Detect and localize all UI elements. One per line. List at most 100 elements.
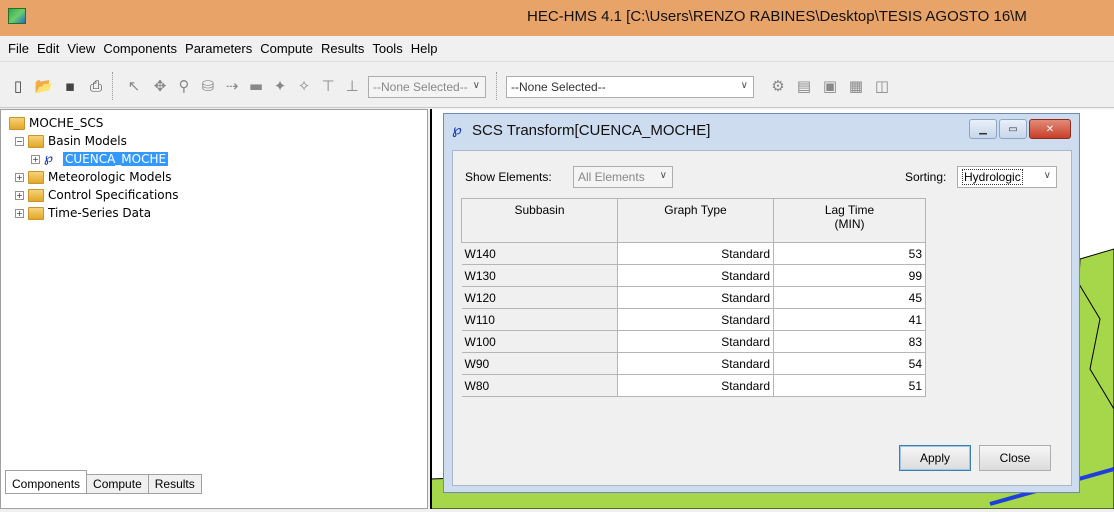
minimize-button[interactable]: ▁: [969, 119, 997, 139]
reach-tool-icon[interactable]: ⇢: [222, 76, 242, 96]
menu-components[interactable]: Components: [99, 41, 181, 56]
folder-icon: [9, 116, 25, 130]
transform-table: Subbasin Graph Type Lag Time (MIN) W140 …: [461, 198, 926, 397]
column-header-subbasin[interactable]: Subbasin: [461, 198, 618, 243]
graph-type-cell[interactable]: Standard: [617, 242, 774, 265]
lag-time-cell[interactable]: 53: [773, 242, 926, 265]
column-header-lag-time[interactable]: Lag Time (MIN): [773, 198, 926, 243]
lag-time-cell[interactable]: 99: [773, 264, 926, 287]
maximize-button[interactable]: ▭: [999, 119, 1027, 139]
graph-type-cell[interactable]: Standard: [617, 264, 774, 287]
tab-results[interactable]: Results: [147, 474, 202, 494]
expand-icon[interactable]: +: [31, 154, 40, 164]
table-row: W140 Standard 53: [461, 242, 926, 265]
summary-table-icon[interactable]: ▤: [794, 76, 814, 96]
basin-model-icon: ℘: [44, 151, 54, 166]
graph-icon[interactable]: ▣: [820, 76, 840, 96]
tree-control-specifications[interactable]: + Control Specifications: [15, 186, 179, 204]
graph-type-cell[interactable]: Standard: [617, 308, 774, 331]
subbasin-cell: W140: [461, 242, 618, 265]
lag-time-cell[interactable]: 51: [773, 374, 926, 397]
tree-basin-models[interactable]: − Basin Models: [15, 132, 127, 150]
lag-time-cell[interactable]: 54: [773, 352, 926, 375]
arrow-tool-icon[interactable]: ↖: [124, 76, 144, 96]
show-elements-label: Show Elements:: [465, 170, 552, 184]
tab-components[interactable]: Components: [5, 470, 88, 494]
graph-type-cell[interactable]: Standard: [617, 374, 774, 397]
expand-icon[interactable]: +: [15, 172, 24, 182]
table-row: W120 Standard 45: [461, 286, 926, 309]
lag-time-cell[interactable]: 83: [773, 330, 926, 353]
sorting-select[interactable]: Hydrologic ∨: [957, 166, 1057, 188]
scs-transform-dialog: ℘ SCS Transform[CUENCA_MOCHE] ▁ ▭ ✕ Show…: [443, 113, 1080, 493]
tree-basin-cuenca[interactable]: + ℘ CUENCA_MOCHE: [31, 150, 169, 168]
folder-icon: [28, 206, 44, 220]
diversion-tool-icon[interactable]: ✧: [294, 76, 314, 96]
column-header-graph-type[interactable]: Graph Type: [617, 198, 774, 243]
global-summary-icon[interactable]: ◫: [872, 76, 892, 96]
collapse-icon[interactable]: −: [15, 136, 24, 146]
graph-type-cell[interactable]: Standard: [617, 352, 774, 375]
tree-root[interactable]: MOCHE_SCS: [9, 114, 103, 132]
chevron-down-icon: ∨: [1043, 170, 1051, 181]
subbasin-tool-icon[interactable]: ⛁: [198, 76, 218, 96]
menu-tools[interactable]: Tools: [368, 41, 406, 56]
menu-edit[interactable]: Edit: [33, 41, 63, 56]
time-series-table-icon[interactable]: ▦: [846, 76, 866, 96]
table-row: W90 Standard 54: [461, 352, 926, 375]
table-row: W80 Standard 51: [461, 374, 926, 397]
sorting-label: Sorting:: [905, 170, 947, 184]
chevron-down-icon: ∨: [472, 80, 480, 91]
menu-results[interactable]: Results: [317, 41, 368, 56]
subbasin-cell: W110: [461, 308, 618, 331]
tree-meteorologic-models[interactable]: + Meteorologic Models: [15, 168, 172, 186]
lag-time-cell[interactable]: 41: [773, 308, 926, 331]
subbasin-cell: W120: [461, 286, 618, 309]
print-icon[interactable]: ⎙: [86, 76, 106, 96]
menu-file[interactable]: File: [4, 41, 33, 56]
table-row: W100 Standard 83: [461, 330, 926, 353]
folder-icon: [28, 134, 44, 148]
menu-view[interactable]: View: [63, 41, 99, 56]
new-file-icon[interactable]: ▯: [8, 76, 28, 96]
hec-hms-app-icon: [8, 8, 26, 24]
subbasin-cell: W100: [461, 330, 618, 353]
tree-time-series-data[interactable]: + Time-Series Data: [15, 204, 151, 222]
tab-compute[interactable]: Compute: [86, 474, 149, 494]
move-tool-icon[interactable]: ✥: [150, 76, 170, 96]
open-folder-icon[interactable]: 📂: [34, 76, 54, 96]
expand-icon[interactable]: +: [15, 190, 24, 200]
graph-type-cell[interactable]: Standard: [617, 286, 774, 309]
subbasin-cell: W90: [461, 352, 618, 375]
menu-help[interactable]: Help: [407, 41, 442, 56]
lag-time-cell[interactable]: 45: [773, 286, 926, 309]
element-select-2[interactable]: --None Selected-- ∨: [506, 76, 754, 98]
apply-button[interactable]: Apply: [899, 445, 971, 471]
save-icon[interactable]: ▪: [60, 76, 80, 96]
subbasin-cell: W130: [461, 264, 618, 287]
window-title: HEC-HMS 4.1 [C:\Users\RENZO RABINES\Desk…: [527, 8, 1027, 25]
menu-bar: File Edit View Components Parameters Com…: [0, 36, 1114, 62]
table-row: W110 Standard 41: [461, 308, 926, 331]
dialog-title: SCS Transform[CUENCA_MOCHE]: [472, 122, 711, 139]
graph-type-cell[interactable]: Standard: [617, 330, 774, 353]
zoom-tool-icon[interactable]: ⚲: [174, 76, 194, 96]
compute-icon[interactable]: ⚙: [768, 76, 788, 96]
element-select-1[interactable]: --None Selected-- ∨: [368, 76, 486, 98]
source-tool-icon[interactable]: ⊤: [318, 76, 338, 96]
folder-icon: [28, 188, 44, 202]
menu-compute[interactable]: Compute: [256, 41, 317, 56]
close-window-button[interactable]: ✕: [1029, 119, 1071, 139]
toolbar-separator: [112, 72, 114, 100]
show-elements-select[interactable]: All Elements ∨: [573, 166, 673, 188]
toolbar-separator: [496, 72, 498, 100]
table-row: W130 Standard 99: [461, 264, 926, 287]
close-button[interactable]: Close: [979, 445, 1051, 471]
dialog-title-bar[interactable]: ℘ SCS Transform[CUENCA_MOCHE] ▁ ▭ ✕: [444, 114, 1079, 147]
junction-tool-icon[interactable]: ✦: [270, 76, 290, 96]
menu-parameters[interactable]: Parameters: [181, 41, 256, 56]
reservoir-tool-icon[interactable]: ▬: [246, 76, 266, 96]
expand-icon[interactable]: +: [15, 208, 24, 218]
folder-icon: [28, 170, 44, 184]
sink-tool-icon[interactable]: ⊥: [342, 76, 362, 96]
